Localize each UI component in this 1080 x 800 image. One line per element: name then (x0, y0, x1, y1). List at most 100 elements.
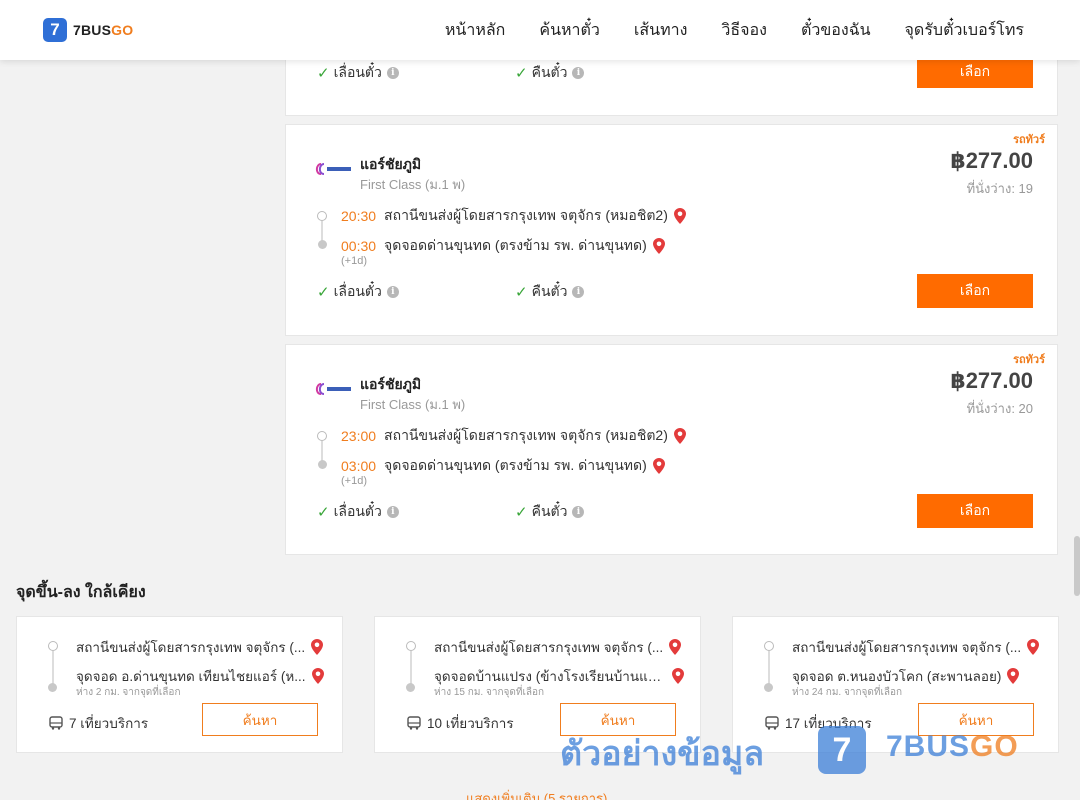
logo-badge: 7 (43, 18, 67, 42)
map-pin-icon[interactable] (673, 428, 686, 444)
day-offset: (+1d) (341, 475, 367, 487)
day-offset: (+1d) (341, 255, 367, 267)
map-pin-icon[interactable] (1027, 639, 1040, 655)
info-icon[interactable]: i (572, 286, 585, 298)
map-pin-icon[interactable] (652, 458, 665, 474)
check-icon: ✓ (515, 284, 528, 301)
operator-name: แอร์ชัยภูมิ (360, 156, 422, 172)
watermark-brand: 7BUSGO (886, 730, 1019, 763)
bus-type-tag: รถทัวร์ (1013, 354, 1045, 366)
nearby-trip-count: 7 เที่ยวบริการ (49, 712, 148, 734)
depart-dot (764, 641, 774, 651)
route-line (410, 651, 412, 685)
arrive-dot (48, 683, 57, 692)
ticket-price: ฿277.00 (950, 368, 1033, 393)
map-pin-icon[interactable] (673, 208, 686, 224)
search-button[interactable]: ค้นหา (202, 703, 318, 736)
map-pin-icon[interactable] (652, 238, 665, 254)
map-pin-icon[interactable] (669, 639, 682, 655)
arrive-dot (318, 240, 327, 249)
arrive-stop: 03:00 จุดจอดด่านขุนทด (ตรงข้าม รพ. ด่านข… (341, 455, 665, 477)
nearby-trip-count: 10 เที่ยวบริการ (407, 712, 514, 734)
depart-stop: 20:30 สถานีขนส่งผู้โดยสารกรุงเทพ จตุจักร… (341, 205, 686, 227)
info-icon[interactable]: i (572, 67, 585, 79)
trip-card: รถทัวร์ แอร์ชัยภูมิ First Class (ม.1 พ) … (285, 124, 1058, 336)
depart-time: 23:00 (341, 428, 377, 444)
watermark-logo-badge: 7 (818, 726, 866, 774)
bus-icon (49, 716, 63, 730)
nearby-distance: ห่าง 15 กม. จากจุดที่เลือก (434, 687, 545, 698)
depart-dot (317, 431, 327, 441)
arrive-station: จุดจอดด่านขุนทด (ตรงข้าม รพ. ด่านขุนทด) (384, 457, 647, 473)
feature-refund: ✓ คืนตั๋ว i (515, 281, 585, 303)
depart-dot (317, 211, 327, 221)
nav-routes[interactable]: เส้นทาง (634, 18, 688, 43)
seat-class: First Class (ม.1 พ) (360, 397, 466, 412)
map-pin-icon[interactable] (311, 668, 324, 684)
bus-type-tag: รถทัวร์ (1013, 134, 1045, 146)
nearby-distance: ห่าง 24 กม. จากจุดที่เลือก (792, 687, 903, 698)
info-icon[interactable]: i (386, 67, 399, 79)
site-logo[interactable]: 7 7BUSGO (43, 18, 133, 42)
nearby-title: จุดขึ้น-ลง ใกล้เคียง (16, 584, 146, 601)
depart-time: 20:30 (341, 208, 377, 224)
bus-icon (407, 716, 421, 730)
route-line (52, 651, 54, 685)
nearby-from: สถานีขนส่งผู้โดยสารกรุงเทพ จตุจักร (... (792, 636, 1040, 658)
logo-text: 7BUSGO (73, 22, 134, 38)
operator-logo (315, 163, 351, 175)
arrive-time: 03:00 (341, 458, 377, 474)
info-icon[interactable]: i (386, 506, 399, 518)
nearby-to: จุดจอด ต.หนองบัวโคก (สะพานลอย) (792, 665, 1020, 687)
check-icon: ✓ (515, 65, 528, 82)
depart-stop: 23:00 สถานีขนส่งผู้โดยสารกรุงเทพ จตุจักร… (341, 425, 686, 447)
nearby-to: จุดจอด อ.ด่านขุนทด เทียนไชยแอร์ (ห... (76, 665, 324, 687)
seats-available: ที่นั่งว่าง: 19 (966, 181, 1033, 196)
route-line (768, 651, 770, 685)
arrive-dot (318, 460, 327, 469)
scrollbar-thumb[interactable] (1074, 536, 1080, 596)
depart-dot (48, 641, 58, 651)
nav-how-to-book[interactable]: วิธีจอง (721, 18, 767, 43)
depart-station: สถานีขนส่งผู้โดยสารกรุงเทพ จตุจักร (หมอช… (384, 207, 668, 223)
depart-dot (406, 641, 416, 651)
seat-class: First Class (ม.1 พ) (360, 177, 466, 192)
watermark-text: ตัวอย่างข้อมูล (560, 735, 765, 773)
check-icon: ✓ (317, 504, 330, 521)
check-icon: ✓ (515, 504, 528, 521)
select-button[interactable]: เลือก (917, 494, 1033, 528)
arrive-stop: 00:30 จุดจอดด่านขุนทด (ตรงข้าม รพ. ด่านข… (341, 235, 665, 257)
depart-station: สถานีขนส่งผู้โดยสารกรุงเทพ จตุจักร (หมอช… (384, 427, 668, 443)
seats-available: ที่นั่งว่าง: 20 (966, 401, 1033, 416)
nav-pickup-points[interactable]: จุดรับตั๋วเบอร์โทร (905, 18, 1024, 43)
nav-my-tickets[interactable]: ตั๋วของฉัน (801, 18, 871, 43)
top-header: 7 7BUSGO หน้าหลัก ค้นหาตั๋ว เส้นทาง วิธี… (0, 0, 1080, 60)
feature-reschedule: ✓ เลื่อนตั๋ว i (317, 281, 399, 303)
check-icon: ✓ (317, 65, 330, 82)
operator-logo (315, 383, 351, 395)
show-more-link[interactable]: แสดงเพิ่มเติม (5 รายการ) (466, 788, 607, 800)
nearby-card: สถานีขนส่งผู้โดยสารกรุงเทพ จตุจักร (... … (16, 616, 343, 753)
arrive-station: จุดจอดด่านขุนทด (ตรงข้าม รพ. ด่านขุนทด) (384, 237, 647, 253)
nearby-distance: ห่าง 2 กม. จากจุดที่เลือก (76, 687, 181, 698)
select-button[interactable]: เลือก (917, 274, 1033, 308)
map-pin-icon[interactable] (672, 668, 684, 684)
arrive-dot (764, 683, 773, 692)
arrive-dot (406, 683, 415, 692)
bus-icon (765, 716, 779, 730)
nearby-to: จุดจอดบ้านแปรง (ข้างโรงเรียนบ้านแปร... (434, 665, 684, 687)
nearby-from: สถานีขนส่งผู้โดยสารกรุงเทพ จตุจักร (... (76, 636, 324, 658)
info-icon[interactable]: i (572, 506, 585, 518)
feature-refund: ✓ คืนตั๋ว i (515, 501, 585, 523)
map-pin-icon[interactable] (311, 639, 324, 655)
info-icon[interactable]: i (386, 286, 399, 298)
feature-reschedule: ✓ เลื่อนตั๋ว i (317, 501, 399, 523)
nav-search-ticket[interactable]: ค้นหาตั๋ว (539, 18, 600, 43)
feature-reschedule: ✓ เลื่อนตั๋ว i (317, 62, 399, 84)
trip-card: รถทัวร์ แอร์ชัยภูมิ First Class (ม.1 พ) … (285, 344, 1058, 555)
main-nav: หน้าหลัก ค้นหาตั๋ว เส้นทาง วิธีจอง ตั๋วข… (445, 0, 1024, 60)
ticket-price: ฿277.00 (950, 148, 1033, 173)
nearby-from: สถานีขนส่งผู้โดยสารกรุงเทพ จตุจักร (... (434, 636, 682, 658)
map-pin-icon[interactable] (1007, 668, 1020, 684)
nav-home[interactable]: หน้าหลัก (445, 18, 506, 43)
